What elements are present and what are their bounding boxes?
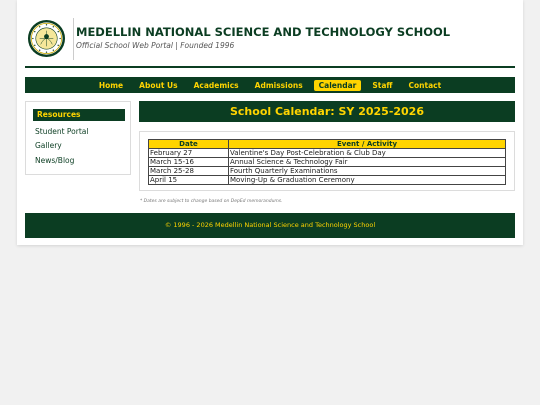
cell-event: Valentine's Day Post-Celebration & Club …	[228, 148, 506, 158]
sidebar: Resources Student Portal Gallery News/Bl…	[25, 101, 131, 175]
nav-about-us[interactable]: About Us	[134, 80, 182, 91]
main-nav: Home About Us Academics Admissions Calen…	[25, 77, 515, 93]
sidebar-heading: Resources	[33, 109, 125, 121]
nav-academics[interactable]: Academics	[189, 80, 244, 91]
site-footer: © 1996 - 2026 Medellin National Science …	[25, 213, 515, 238]
nav-contact[interactable]: Contact	[403, 80, 446, 91]
calendar-note: * Dates are subject to change based on D…	[140, 199, 283, 204]
column-header-event: Event / Activity	[228, 139, 506, 149]
cell-event: Fourth Quarterly Examinations	[228, 166, 506, 176]
header-rule	[25, 66, 515, 68]
sidebar-link-student-portal[interactable]: Student Portal	[35, 127, 88, 136]
nav-home[interactable]: Home	[94, 80, 128, 91]
page-title: School Calendar: SY 2025-2026	[139, 101, 515, 122]
table-row: March 25-28 Fourth Quarterly Examination…	[148, 166, 506, 176]
cell-date: March 15-16	[148, 157, 229, 167]
sidebar-link-gallery[interactable]: Gallery	[35, 141, 62, 150]
cell-date: April 15	[148, 175, 229, 185]
cell-date: February 27	[148, 148, 229, 158]
page-container: MEDELLIN NATIONAL SCIENCE AND TECHNOLOGY…	[17, 0, 523, 245]
calendar-table: Date Event / Activity February 27 Valent…	[148, 139, 506, 185]
school-seal-icon	[27, 19, 66, 58]
site-header: MEDELLIN NATIONAL SCIENCE AND TECHNOLOGY…	[25, 14, 515, 68]
cell-date: March 25-28	[148, 166, 229, 176]
school-name: MEDELLIN NATIONAL SCIENCE AND TECHNOLOGY…	[76, 25, 451, 39]
table-row: March 15-16 Annual Science & Technology …	[148, 157, 506, 167]
cell-event: Moving-Up & Graduation Ceremony	[228, 175, 506, 185]
nav-calendar[interactable]: Calendar	[313, 79, 362, 91]
column-header-date: Date	[148, 139, 229, 149]
nav-admissions[interactable]: Admissions	[250, 80, 308, 91]
nav-staff[interactable]: Staff	[367, 80, 397, 91]
table-row: April 15 Moving-Up & Graduation Ceremony	[148, 175, 506, 185]
sidebar-link-news-blog[interactable]: News/Blog	[35, 156, 74, 165]
table-row: February 27 Valentine's Day Post-Celebra…	[148, 148, 506, 158]
school-tagline: Official School Web Portal | Founded 199…	[76, 41, 235, 50]
header-divider	[73, 18, 74, 60]
table-header-row: Date Event / Activity	[148, 139, 506, 149]
cell-event: Annual Science & Technology Fair	[228, 157, 506, 167]
